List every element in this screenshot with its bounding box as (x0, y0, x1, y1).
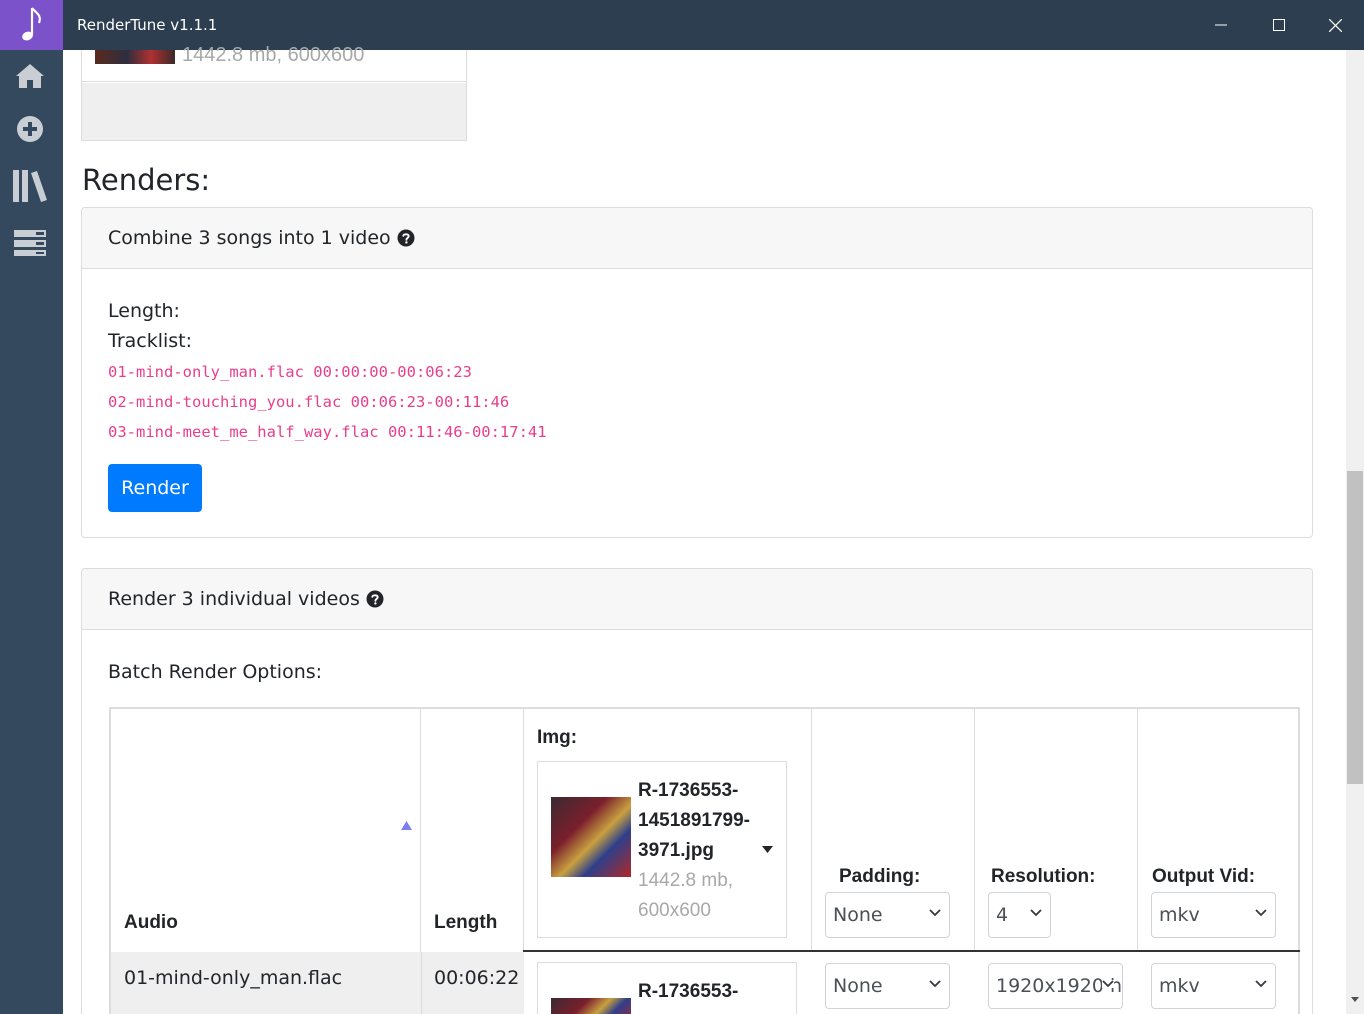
audio-column-label: Audio (124, 912, 178, 933)
batch-image-name: R-1736553- 1451891799- 3971.jpg (638, 780, 750, 861)
scroll-down-button[interactable] (1347, 993, 1363, 1007)
batch-image-select[interactable]: R-1736553- 1451891799- 3971.jpg 1442.8 m… (537, 761, 787, 938)
combine-render-card: Combine 3 songs into 1 video Length: Tra… (81, 207, 1313, 538)
row-padding-select[interactable]: None (825, 963, 950, 1009)
close-icon (1329, 18, 1342, 32)
chevron-down-icon (1102, 980, 1114, 988)
chevron-down-icon (1255, 909, 1267, 917)
album-thumbnail (95, 50, 175, 64)
batch-padding-select[interactable]: None (825, 892, 950, 938)
close-button[interactable] (1307, 0, 1364, 50)
sort-ascending-icon[interactable] (401, 821, 412, 830)
column-header-length: Length (421, 709, 524, 952)
row-resolution-select[interactable]: 1920x1920 h (988, 963, 1123, 1009)
sidebar (0, 50, 63, 1014)
list-icon (14, 230, 46, 256)
individual-card-title: Render 3 individual videos (108, 588, 360, 610)
combine-card-header: Combine 3 songs into 1 video (82, 208, 1312, 269)
row-image-name: R-1736553- (638, 981, 739, 1002)
tracklist-item: 02-mind-touching_you.flac 00:06:23-00:11… (108, 393, 510, 411)
individual-card-header: Render 3 individual videos (82, 569, 1312, 630)
sidebar-item-library[interactable] (10, 166, 50, 206)
tracklist-item: 01-mind-only_man.flac 00:00:00-00:06:23 (108, 363, 472, 381)
render-button[interactable]: Render (108, 464, 202, 512)
chevron-down-icon (1255, 980, 1267, 988)
maximize-icon (1272, 19, 1285, 31)
sidebar-item-list[interactable] (10, 223, 50, 263)
batch-options-label: Batch Render Options: (108, 661, 323, 683)
chevron-down-icon (1030, 909, 1042, 917)
album-thumbnail (551, 797, 631, 877)
batch-resolution-select[interactable]: 4 (988, 892, 1051, 938)
resolution-column-label: Resolution: (991, 866, 1096, 887)
music-note-icon (21, 7, 41, 41)
minimize-icon (1214, 24, 1227, 26)
row-audio-filename: 01-mind-only_man.flac (124, 967, 343, 989)
length-label: Length: (108, 300, 180, 322)
top-image-card-footer (82, 83, 466, 140)
top-image-card: 1442.8 mb, 600x600 (81, 44, 467, 141)
tracklist-item: 03-mind-meet_me_half_way.flac 00:11:46-0… (108, 423, 547, 441)
maximize-button[interactable] (1250, 0, 1307, 50)
sidebar-item-add[interactable] (10, 109, 50, 149)
img-column-label: Img: (537, 727, 578, 748)
scrollbar-thumb[interactable] (1347, 471, 1363, 784)
batch-image-meta: 1442.8 mb, 600x600 (638, 870, 734, 921)
home-icon (16, 64, 44, 88)
minimize-button[interactable] (1192, 0, 1249, 50)
tracklist-label: Tracklist: (108, 330, 193, 352)
batch-render-table: Audio Length Img: Padding: Resolution: O… (109, 707, 1300, 1014)
batch-output-select[interactable]: mkv (1151, 892, 1276, 938)
padding-column-label: Padding: (839, 866, 921, 887)
caret-down-icon[interactable] (762, 846, 773, 853)
help-icon[interactable] (366, 590, 384, 608)
chevron-down-icon (929, 909, 941, 917)
column-header-audio[interactable]: Audio (111, 709, 421, 952)
help-icon[interactable] (397, 229, 415, 247)
scroll-down-arrow-icon (1351, 997, 1359, 1002)
image-meta: 1442.8 mb, 600x600 (182, 44, 365, 66)
combine-card-title: Combine 3 songs into 1 video (108, 227, 391, 249)
title-bar: RenderTune v1.1.1 (0, 0, 1364, 50)
table-header-divider (523, 950, 1300, 952)
row-image-select[interactable]: R-1736553- (537, 962, 797, 1014)
plus-circle-icon (17, 116, 43, 142)
row-output-select[interactable]: mkv (1151, 963, 1276, 1009)
individual-render-card: Render 3 individual videos Batch Render … (81, 568, 1313, 1014)
album-thumbnail (551, 998, 631, 1014)
top-image-card-info: 1442.8 mb, 600x600 (82, 44, 466, 82)
window-title: RenderTune v1.1.1 (77, 16, 218, 34)
output-column-label: Output Vid: (1152, 866, 1256, 887)
row-length: 00:06:22 (434, 967, 520, 989)
sidebar-item-home[interactable] (10, 56, 50, 96)
library-icon (13, 170, 47, 202)
renders-title: Renders: (82, 163, 211, 197)
app-logo (0, 0, 63, 50)
length-column-label: Length (434, 912, 498, 933)
chevron-down-icon (929, 980, 941, 988)
